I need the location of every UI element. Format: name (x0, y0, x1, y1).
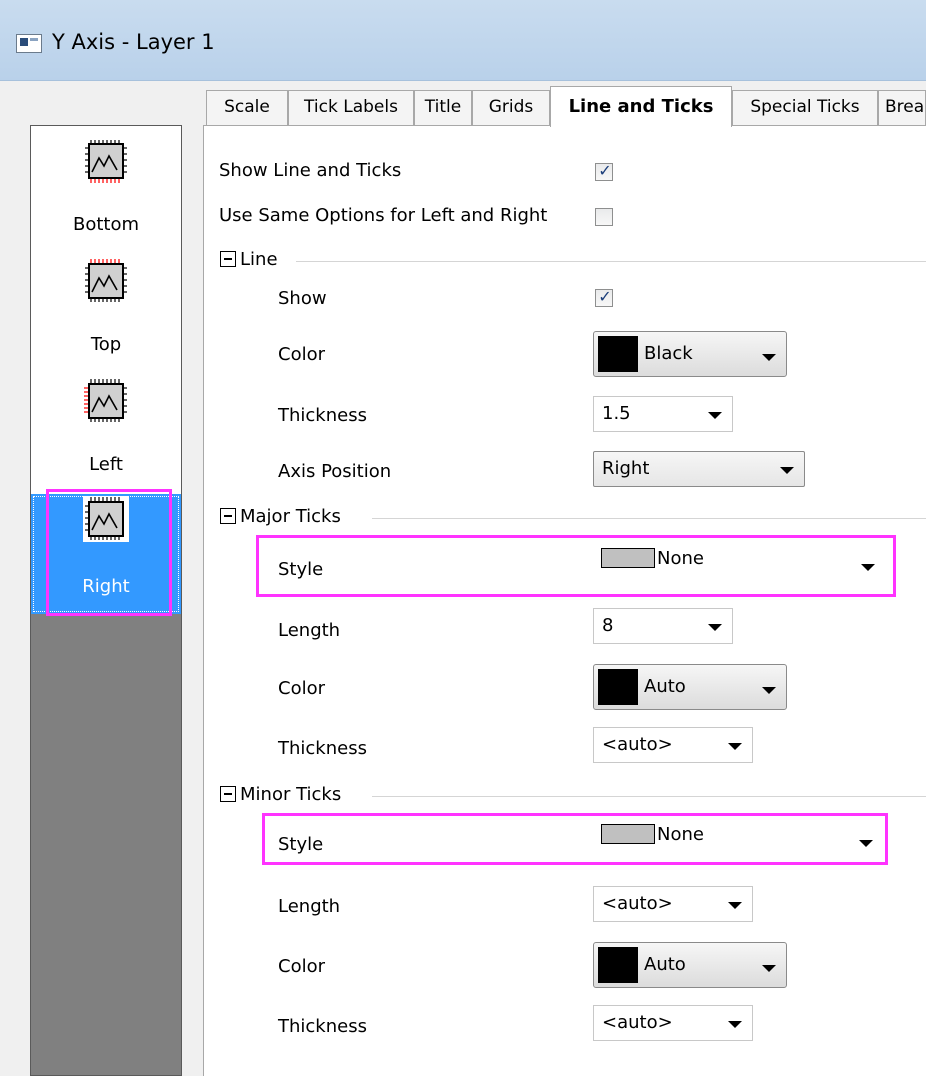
tab-scale[interactable]: Scale (206, 90, 288, 125)
major-style-label: Style (278, 559, 324, 580)
tab-title[interactable]: Title (414, 90, 472, 125)
line-color-swatch (598, 336, 638, 372)
check-icon: ✓ (598, 287, 612, 306)
major-color-dropdown[interactable]: Auto (593, 664, 787, 710)
line-thickness-value: 1.5 (602, 403, 631, 424)
major-style-value: None (657, 548, 704, 569)
axis-item-top[interactable]: Top (31, 246, 181, 366)
chevron-down-icon (708, 412, 722, 419)
window-title: Y Axis - Layer 1 (52, 30, 215, 54)
axis-label-bottom: Bottom (72, 214, 140, 235)
axis-position-value: Right (602, 458, 650, 479)
major-ticks-group-title: Major Ticks (240, 506, 341, 527)
chevron-down-icon (762, 687, 776, 694)
line-show-label: Show (278, 288, 327, 309)
major-length-label: Length (278, 620, 341, 641)
axis-position-dropdown[interactable]: Right (593, 451, 805, 487)
same-options-checkbox[interactable] (595, 208, 613, 226)
title-bar: Y Axis - Layer 1 (0, 0, 926, 81)
axis-label-left: Left (89, 454, 123, 475)
tab-tick-labels[interactable]: Tick Labels (288, 90, 414, 125)
chevron-down-icon (728, 743, 742, 750)
minor-color-value: Auto (644, 954, 686, 975)
minor-thickness-label: Thickness (278, 1016, 367, 1037)
bottom-axis-icon (85, 140, 127, 183)
axis-position-label: Axis Position (278, 461, 392, 482)
minor-ticks-group-title: Minor Ticks (240, 784, 342, 805)
line-group-divider (296, 261, 926, 262)
collapse-minor-ticks-icon[interactable] (220, 786, 236, 802)
chevron-down-icon (728, 902, 742, 909)
major-style-dropdown[interactable]: None (593, 542, 885, 588)
collapse-line-icon[interactable] (220, 251, 236, 267)
axis-item-left[interactable]: Left (31, 366, 181, 486)
tab-strip: Scale Tick Labels Title Grids Line and T… (204, 86, 926, 127)
right-axis-highlight (46, 489, 172, 616)
chevron-down-icon (859, 840, 873, 847)
minor-color-swatch (598, 947, 638, 983)
left-axis-icon (84, 379, 127, 422)
chevron-down-icon (728, 1021, 742, 1028)
minor-ticks-divider (372, 796, 926, 797)
show-line-ticks-checkbox[interactable]: ✓ (595, 161, 613, 181)
minor-thickness-value: <auto> (602, 1012, 673, 1033)
line-color-label: Color (278, 344, 325, 365)
same-options-label: Use Same Options for Left and Right (219, 205, 548, 226)
line-thickness-label: Thickness (278, 405, 367, 426)
minor-length-value: <auto> (602, 893, 673, 914)
major-color-label: Color (278, 678, 325, 699)
minor-style-label: Style (278, 834, 324, 855)
minor-color-label: Color (278, 956, 325, 977)
chevron-down-icon (780, 467, 794, 474)
line-color-dropdown[interactable]: Black (593, 331, 787, 377)
minor-color-dropdown[interactable]: Auto (593, 942, 787, 988)
chevron-down-icon (861, 564, 875, 571)
chevron-down-icon (762, 354, 776, 361)
minor-style-swatch (601, 824, 655, 844)
major-color-swatch (598, 669, 638, 705)
tab-breaks[interactable]: Brea (878, 90, 926, 125)
line-thickness-dropdown[interactable]: 1.5 (593, 396, 733, 432)
minor-style-value: None (657, 824, 704, 845)
chevron-down-icon (762, 965, 776, 972)
show-line-ticks-label: Show Line and Ticks (219, 160, 402, 181)
minor-length-label: Length (278, 896, 341, 917)
major-length-dropdown[interactable]: 8 (593, 608, 733, 644)
line-and-ticks-panel (203, 125, 926, 1076)
major-style-swatch (601, 548, 655, 568)
axis-item-bottom[interactable]: Bottom (31, 126, 181, 246)
line-show-checkbox[interactable]: ✓ (595, 287, 613, 307)
axis-label-top: Top (90, 334, 122, 355)
major-color-value: Auto (644, 676, 686, 697)
window-icon (16, 34, 42, 53)
chevron-down-icon (708, 624, 722, 631)
major-length-value: 8 (602, 615, 614, 636)
tab-grids[interactable]: Grids (472, 90, 550, 125)
check-icon: ✓ (598, 161, 612, 180)
tab-special-ticks[interactable]: Special Ticks (732, 90, 878, 125)
major-thickness-value: <auto> (602, 734, 673, 755)
tab-line-and-ticks[interactable]: Line and Ticks (550, 86, 732, 127)
minor-style-dropdown[interactable]: None (593, 818, 883, 860)
line-color-value: Black (644, 343, 693, 364)
minor-length-dropdown[interactable]: <auto> (593, 886, 753, 922)
minor-thickness-dropdown[interactable]: <auto> (593, 1005, 753, 1041)
top-axis-icon (85, 259, 127, 302)
major-thickness-label: Thickness (278, 738, 367, 759)
collapse-major-ticks-icon[interactable] (220, 508, 236, 524)
major-ticks-divider (372, 518, 926, 519)
major-thickness-dropdown[interactable]: <auto> (593, 727, 753, 763)
line-group-title: Line (240, 249, 278, 270)
